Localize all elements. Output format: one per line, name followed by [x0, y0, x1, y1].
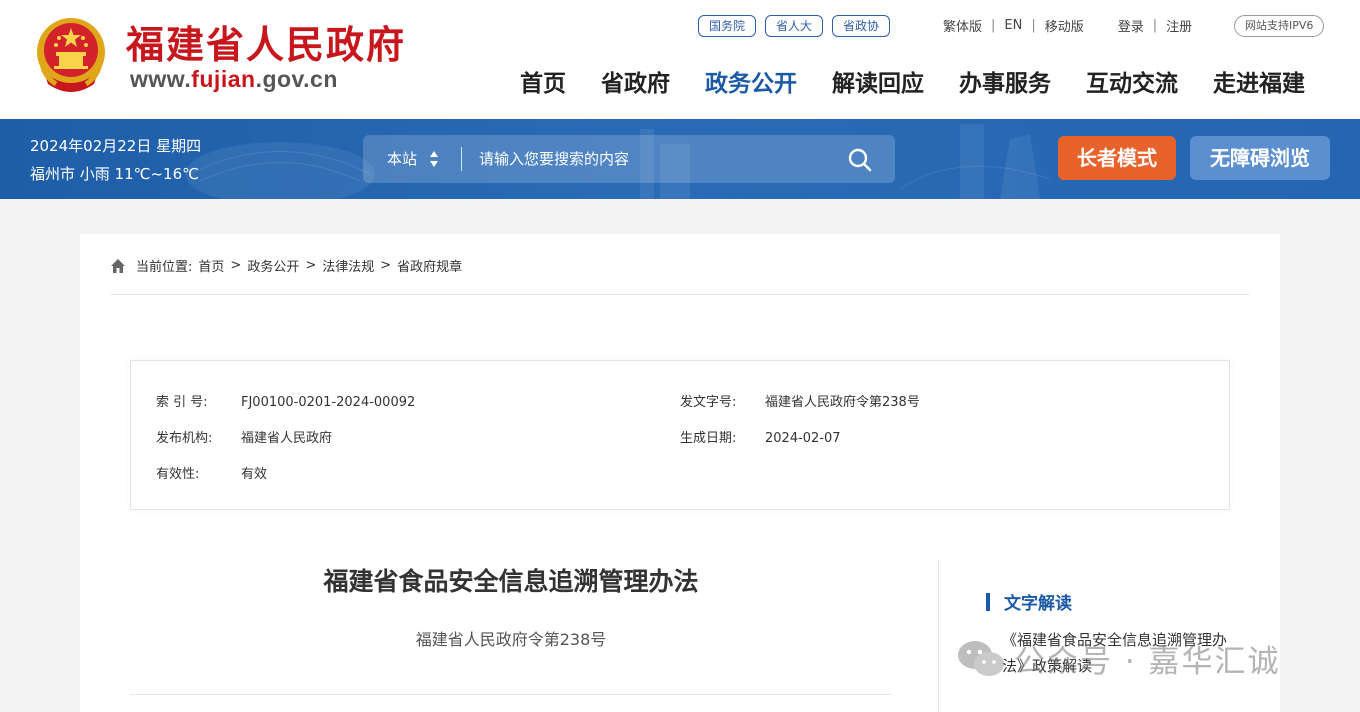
site-title[interactable]: 福建省人民政府: [126, 14, 406, 69]
search-bar: 本站: [363, 135, 895, 183]
breadcrumb-regulations[interactable]: 省政府规章: [397, 256, 462, 275]
traditional-chinese-link[interactable]: 繁体版: [943, 16, 982, 35]
document-title: 福建省食品安全信息追溯管理办法: [323, 567, 699, 596]
divider: [130, 694, 892, 695]
meta-index-no: 索 引 号: FJ00100-0201-2024-00092: [156, 391, 415, 410]
meta-value: 福建省人民政府: [241, 431, 333, 446]
search-input[interactable]: [479, 135, 839, 183]
pill-provincial-congress[interactable]: 省人大: [765, 15, 824, 37]
top-utility-links: 繁体版 | EN | 移动版 登录 | 注册: [943, 16, 1192, 35]
main-nav: 首页 省政府 政务公开 解读回应 办事服务 互动交流 走进福建: [520, 64, 1305, 98]
breadcrumb-home[interactable]: 首页: [198, 256, 224, 275]
site-url[interactable]: www.fujian.gov.cn: [130, 66, 338, 93]
top-pill-links: 国务院 省人大 省政协: [698, 15, 891, 37]
mobile-link[interactable]: 移动版: [1045, 16, 1084, 35]
weather-info: 福州市 小雨 11℃~16℃: [30, 165, 199, 183]
meta-key: 索 引 号:: [156, 395, 208, 410]
meta-key: 有效性:: [156, 467, 200, 482]
url-suffix: .gov.cn: [255, 66, 338, 92]
meta-key: 发文字号:: [680, 395, 737, 410]
breadcrumb-separator: >: [305, 258, 317, 273]
meta-value: 福建省人民政府令第238号: [765, 395, 920, 410]
sidebar-heading: 文字解读: [986, 589, 1072, 614]
breadcrumb-laws[interactable]: 法律法规: [322, 256, 374, 275]
home-icon: [111, 258, 125, 273]
meta-doc-no: 发文字号: 福建省人民政府令第238号: [680, 391, 920, 410]
site-header: 福建省人民政府 www.fujian.gov.cn 国务院 省人大 省政协 繁体…: [0, 0, 1360, 119]
nav-services[interactable]: 办事服务: [959, 64, 1051, 98]
nav-home[interactable]: 首页: [520, 64, 566, 98]
url-brand: fujian: [191, 66, 256, 92]
meta-value: 2024-02-07: [765, 431, 841, 446]
register-link[interactable]: 注册: [1166, 16, 1192, 35]
breadcrumb-separator: >: [380, 258, 392, 273]
nav-interaction[interactable]: 互动交流: [1086, 64, 1178, 98]
policy-interpretation-link[interactable]: 《福建省食品安全信息追溯管理办法》政策解读: [1002, 627, 1234, 679]
pill-provincial-cppcc[interactable]: 省政协: [832, 15, 891, 37]
breadcrumb-gov-affairs[interactable]: 政务公开: [247, 256, 299, 275]
content-card: 当前位置: 首页 > 政务公开 > 法律法规 > 省政府规章 索 引 号: FJ0…: [80, 234, 1280, 712]
divider: [110, 294, 1250, 295]
nav-interpretation[interactable]: 解读回应: [832, 64, 924, 98]
sidebar-heading-text: 文字解读: [1004, 594, 1072, 614]
document-subtitle: 福建省人民政府令第238号: [415, 630, 607, 649]
meta-key: 发布机构:: [156, 431, 213, 446]
login-link[interactable]: 登录: [1118, 16, 1144, 35]
meta-issuer: 发布机构: 福建省人民政府: [156, 427, 332, 446]
breadcrumb-label: 当前位置:: [136, 260, 193, 275]
search-icon[interactable]: [847, 147, 873, 173]
nav-government-affairs[interactable]: 政务公开: [705, 64, 797, 98]
nav-provincial-government[interactable]: 省政府: [601, 64, 670, 98]
separator: |: [991, 18, 996, 33]
breadcrumb-separator: >: [230, 258, 242, 273]
heading-accent-bar: [986, 592, 990, 611]
pill-state-council[interactable]: 国务院: [698, 15, 757, 37]
meta-validity: 有效性: 有效: [156, 463, 267, 482]
english-link[interactable]: EN: [1004, 18, 1022, 33]
nav-about-fujian[interactable]: 走进福建: [1213, 64, 1305, 98]
url-prefix: www.: [130, 66, 192, 92]
breadcrumb: 当前位置: 首页 > 政务公开 > 法律法规 > 省政府规章: [110, 256, 462, 275]
sort-arrows-icon[interactable]: [429, 150, 439, 168]
document-meta-box: 索 引 号: FJ00100-0201-2024-00092 发文字号: 福建省人民…: [130, 360, 1230, 510]
ipv6-badge: 网站支持IPV6: [1234, 15, 1325, 37]
search-divider: [461, 147, 462, 171]
separator: |: [1031, 18, 1036, 33]
column-divider: [938, 560, 939, 712]
separator: |: [1152, 18, 1158, 33]
search-banner: 2024年02月22日 星期四 福州市 小雨 11℃~16℃ 本站 长者模式 无…: [0, 119, 1360, 199]
meta-date: 生成日期: 2024-02-07: [680, 427, 841, 446]
meta-value: 有效: [241, 467, 268, 482]
meta-value: FJ00100-0201-2024-00092: [241, 395, 416, 410]
meta-key: 生成日期:: [680, 431, 737, 446]
elder-mode-button[interactable]: 长者模式: [1058, 136, 1176, 180]
accessible-browse-button[interactable]: 无障碍浏览: [1190, 136, 1330, 180]
national-emblem-icon: [37, 18, 105, 92]
current-date: 2024年02月22日 星期四: [30, 137, 202, 155]
search-scope-select[interactable]: 本站: [387, 135, 417, 183]
